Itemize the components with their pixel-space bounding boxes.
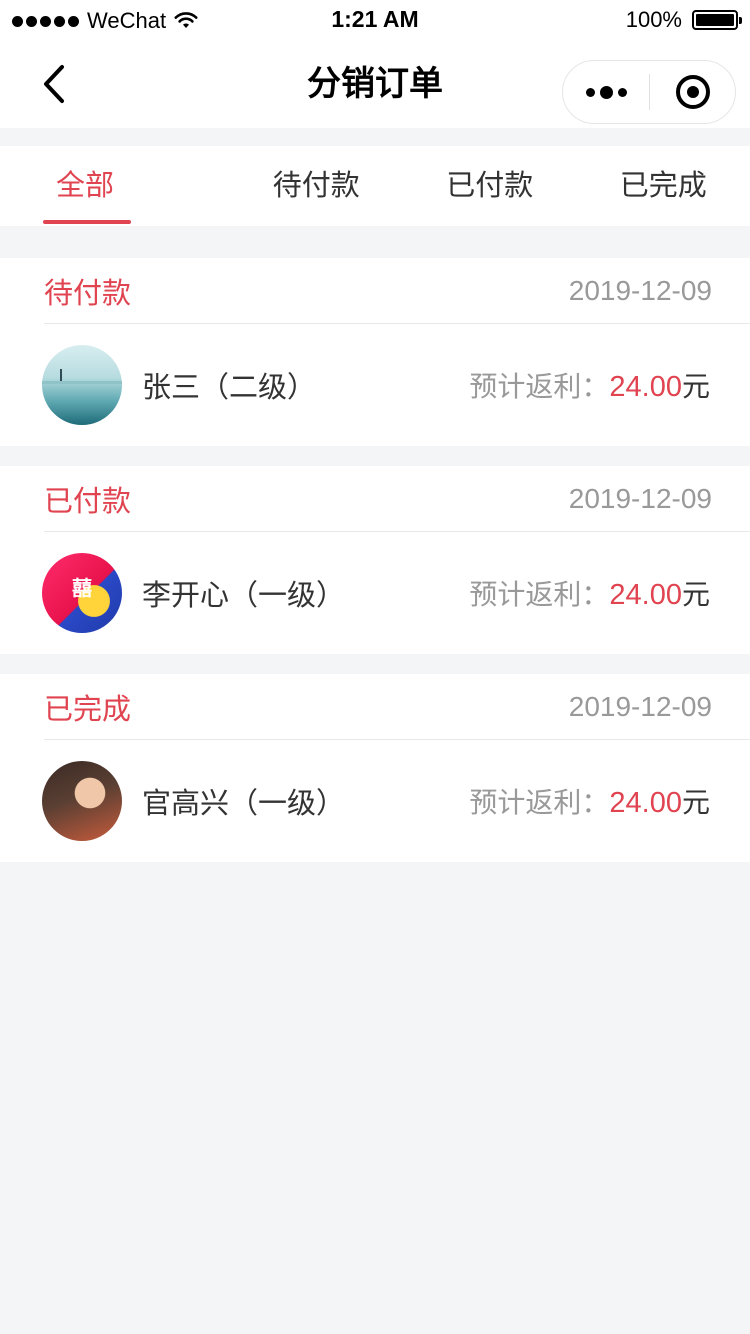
close-mini-program-button[interactable]	[650, 61, 735, 123]
rebate-unit: 元	[681, 786, 710, 819]
target-icon	[675, 75, 710, 109]
order-date: 2019-12-09	[568, 274, 712, 306]
order-card-body: 囍 李开心（一级） 预计返利：24.00元	[0, 532, 750, 654]
order-card-header: 已完成 2019-12-09	[44, 674, 750, 740]
estimated-rebate: 预计返利：24.00元	[469, 573, 710, 613]
estimated-rebate: 预计返利：24.00元	[469, 365, 710, 405]
rebate-label: 预计返利：	[469, 786, 610, 819]
order-card[interactable]: 已完成 2019-12-09 官高兴（一级） 预计返利：24.00元	[0, 674, 750, 862]
battery-icon	[692, 10, 742, 30]
battery-group: 100%	[625, 7, 742, 33]
tab-completed[interactable]: 已完成	[577, 146, 750, 226]
order-card-body: 张三（二级） 预计返利：24.00元	[0, 324, 750, 446]
rebate-unit: 元	[681, 578, 710, 611]
avatar	[42, 345, 122, 425]
avatar	[42, 761, 122, 841]
order-status: 已完成	[44, 691, 132, 726]
rebate-amount: 24.00	[609, 371, 682, 403]
rebate-label: 预计返利：	[469, 578, 610, 611]
order-card-header: 待付款 2019-12-09	[44, 258, 750, 324]
order-tabs: 全部 待付款 已付款 已完成	[0, 146, 750, 226]
tab-pending-payment[interactable]: 待付款	[230, 146, 404, 226]
avatar-mark: 囍	[72, 576, 92, 601]
rebate-label: 预计返利：	[469, 370, 610, 403]
member-name: 张三（二级）	[142, 370, 317, 404]
order-date: 2019-12-09	[568, 690, 712, 722]
avatar: 囍	[42, 553, 122, 633]
rebate-amount: 24.00	[609, 787, 682, 819]
member-name: 官高兴（一级）	[142, 786, 346, 820]
member-name: 李开心（一级）	[142, 578, 346, 612]
order-card[interactable]: 已付款 2019-12-09 囍 李开心（一级） 预计返利：24.00元	[0, 466, 750, 654]
mini-program-capsule	[562, 60, 736, 124]
tab-all[interactable]: 全部	[0, 146, 230, 226]
rebate-amount: 24.00	[609, 579, 682, 611]
order-card[interactable]: 待付款 2019-12-09 张三（二级） 预计返利：24.00元	[0, 258, 750, 446]
battery-percent: 100%	[625, 7, 682, 32]
order-card-body: 官高兴（一级） 预计返利：24.00元	[0, 740, 750, 862]
estimated-rebate: 预计返利：24.00元	[469, 781, 710, 821]
nav-bar: 分销订单	[0, 40, 750, 128]
landscape-image	[42, 369, 122, 384]
more-button[interactable]	[563, 61, 649, 123]
status-bar: WeChat 1:21 AM 100%	[0, 0, 750, 40]
order-card-header: 已付款 2019-12-09	[44, 466, 750, 532]
order-date: 2019-12-09	[568, 482, 712, 514]
order-status: 已付款	[44, 483, 132, 518]
tab-paid[interactable]: 已付款	[403, 146, 577, 226]
order-status: 待付款	[44, 275, 132, 310]
rebate-unit: 元	[681, 370, 710, 403]
